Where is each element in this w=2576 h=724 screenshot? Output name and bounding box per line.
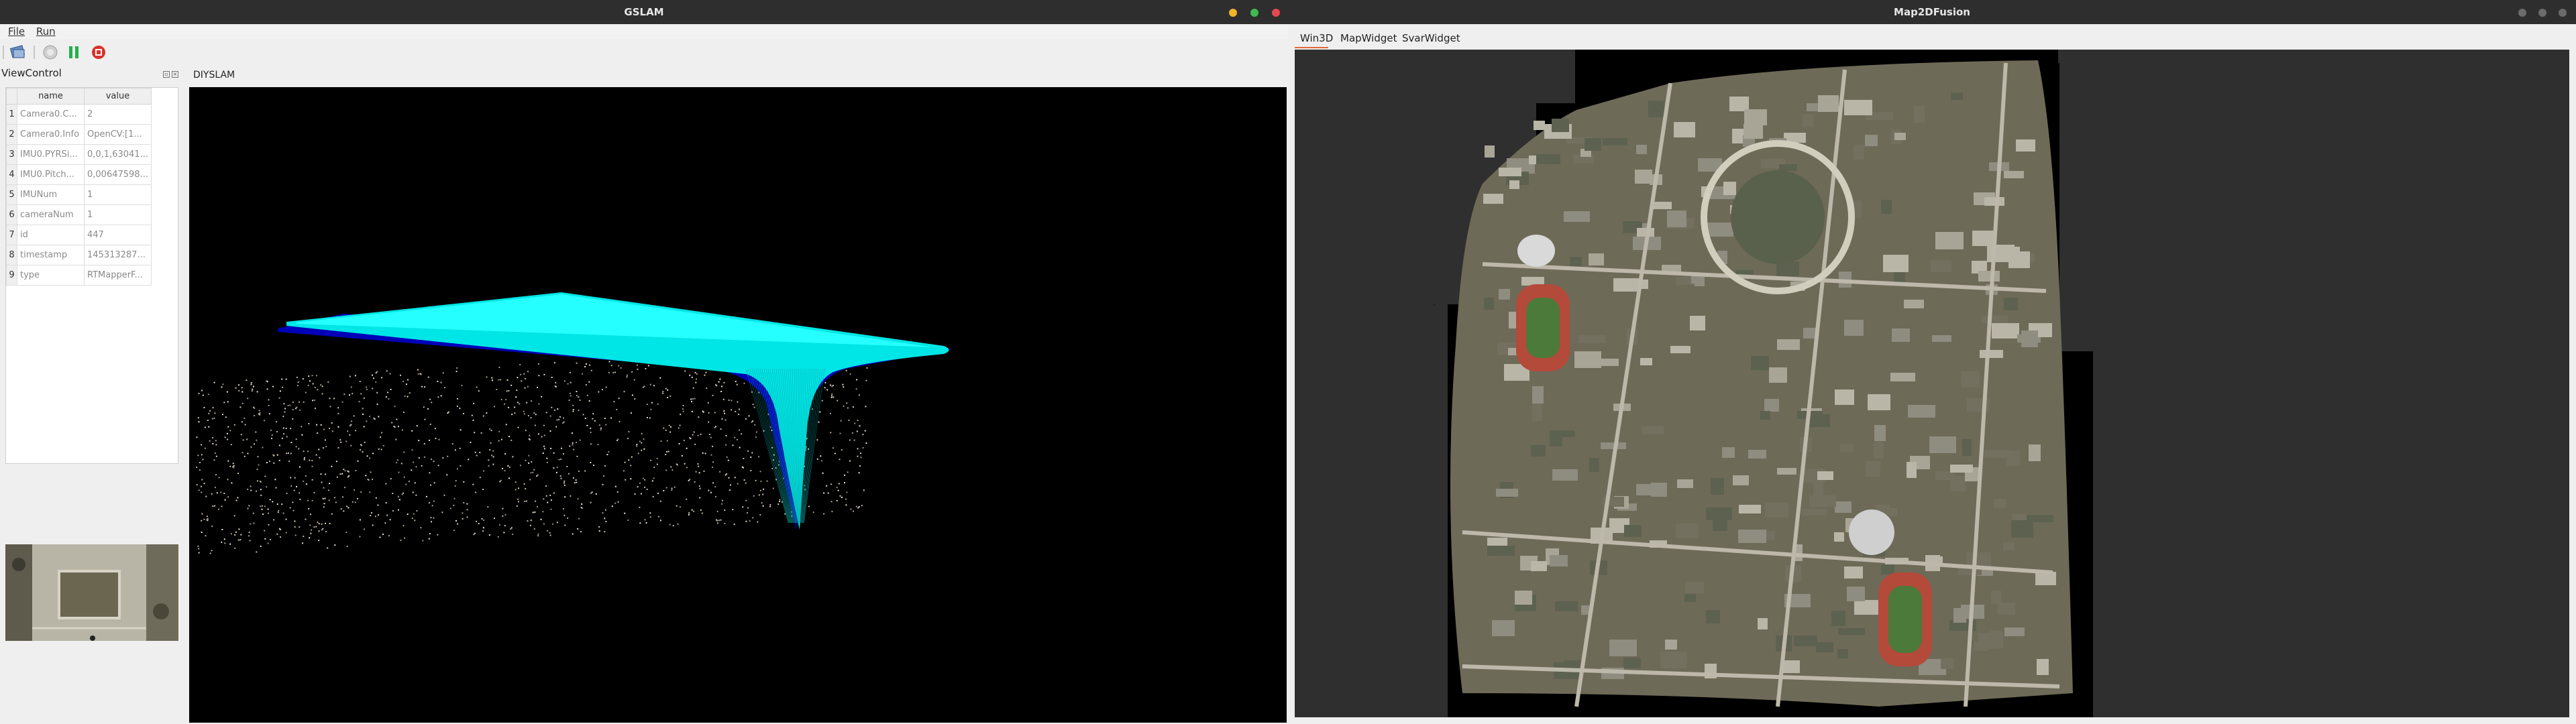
table-row[interactable]: 7 id 447 (6, 225, 152, 245)
cell-value[interactable]: RTMapperF... (84, 265, 152, 286)
menubar: File Run (0, 24, 1288, 39)
cell-name[interactable]: IMUNum (17, 184, 85, 205)
cell-name[interactable]: IMU0.PYRSi... (17, 144, 85, 165)
table-row[interactable]: 6 cameraNum 1 (6, 204, 152, 225)
toolbar-grip (3, 46, 4, 59)
map-maximize-button[interactable] (2538, 9, 2546, 17)
row-number[interactable]: 9 (6, 265, 17, 286)
gslam-titlebar[interactable]: GSLAM (0, 0, 1288, 24)
tab-svarwidget[interactable]: SvarWidget (1402, 32, 1460, 44)
map-minimize-button[interactable] (2518, 9, 2526, 17)
properties-table: name value 1 Camera0.C... 2 2 Camera0.Info Op… (5, 87, 178, 464)
cell-value[interactable]: OpenCV:[1... (84, 124, 152, 145)
view-tab-diyslam[interactable]: DIYSLAM (193, 70, 235, 80)
row-number[interactable]: 8 (6, 245, 17, 265)
row-number[interactable]: 6 (6, 204, 17, 225)
column-header-value[interactable]: value (84, 88, 152, 105)
row-number[interactable]: 4 (6, 164, 17, 185)
cell-value[interactable]: 447 (84, 225, 152, 245)
toolbar-separator (34, 46, 35, 59)
cell-name[interactable]: Camera0.Info (17, 124, 85, 145)
camera-thumbnail (5, 544, 178, 641)
cell-value[interactable]: 145313287... (84, 245, 152, 265)
corner-cell[interactable] (6, 88, 17, 105)
cell-value[interactable]: 1 (84, 184, 152, 205)
table-row[interactable]: 8 timestamp 145313287... (6, 245, 152, 265)
dome-building-2 (1849, 509, 1894, 555)
tab-mapwidget[interactable]: MapWidget (1340, 32, 1397, 44)
dock-close-icon[interactable]: × (172, 71, 178, 78)
row-number[interactable]: 2 (6, 124, 17, 145)
maximize-button[interactable] (1250, 9, 1258, 17)
start-icon[interactable] (42, 44, 59, 60)
tab-win3d[interactable]: Win3D (1300, 32, 1333, 44)
menu-file[interactable]: File (8, 24, 25, 39)
map-tabbar: Win3D MapWidget SvarWidget (1288, 29, 2576, 48)
column-header-name[interactable]: name (17, 88, 85, 105)
gslam-window: GSLAM File Run ViewControl ▫ × name valu… (0, 0, 1288, 724)
table-row[interactable]: 2 Camera0.Info OpenCV:[1... (6, 124, 152, 145)
table-row[interactable]: 3 IMU0.PYRSi... 0,0,1,63041... (6, 144, 152, 165)
gslam-title: GSLAM (624, 6, 664, 18)
stop-icon[interactable] (90, 44, 107, 60)
active-tab-indicator (1295, 47, 1328, 48)
map2dfusion-window: Map2DFusion Win3D MapWidget SvarWidget (1288, 0, 2576, 724)
dock-float-icon[interactable]: ▫ (163, 71, 170, 78)
cell-value[interactable]: 0,0,1,63041... (84, 144, 152, 165)
slam-3d-view[interactable] (189, 87, 1287, 723)
cell-value[interactable]: 0,00647598... (84, 164, 152, 185)
close-button[interactable] (1272, 9, 1280, 17)
dock-title: ViewControl (1, 67, 62, 79)
cell-value[interactable]: 2 (84, 104, 152, 125)
cell-name[interactable]: cameraNum (17, 204, 85, 225)
cell-value[interactable]: 1 (84, 204, 152, 225)
cell-name[interactable]: type (17, 265, 85, 286)
row-number[interactable]: 5 (6, 184, 17, 205)
cell-name[interactable]: id (17, 225, 85, 245)
table-row[interactable]: 9 type RTMapperF... (6, 265, 152, 286)
map-title: Map2DFusion (1894, 6, 1970, 18)
open-dataset-icon[interactable] (9, 44, 27, 60)
pause-icon[interactable] (65, 44, 83, 60)
table-row[interactable]: 4 IMU0.Pitch... 0,00647598... (6, 164, 152, 185)
table-row[interactable]: 5 IMUNum 1 (6, 184, 152, 205)
map-titlebar[interactable]: Map2DFusion (1288, 0, 2576, 24)
cell-name[interactable]: Camera0.C... (17, 104, 85, 125)
map-3d-view[interactable] (1295, 50, 2569, 717)
row-number[interactable]: 1 (6, 104, 17, 125)
menu-run[interactable]: Run (36, 24, 56, 39)
cell-name[interactable]: IMU0.Pitch... (17, 164, 85, 185)
dome-building-1 (1517, 235, 1555, 267)
row-number[interactable]: 3 (6, 144, 17, 165)
table-row[interactable]: 1 Camera0.C... 2 (6, 104, 152, 125)
toolbar (0, 39, 1288, 66)
minimize-button[interactable] (1229, 9, 1237, 17)
row-number[interactable]: 7 (6, 225, 17, 245)
cell-name[interactable]: timestamp (17, 245, 85, 265)
map-close-button[interactable] (2559, 9, 2567, 17)
